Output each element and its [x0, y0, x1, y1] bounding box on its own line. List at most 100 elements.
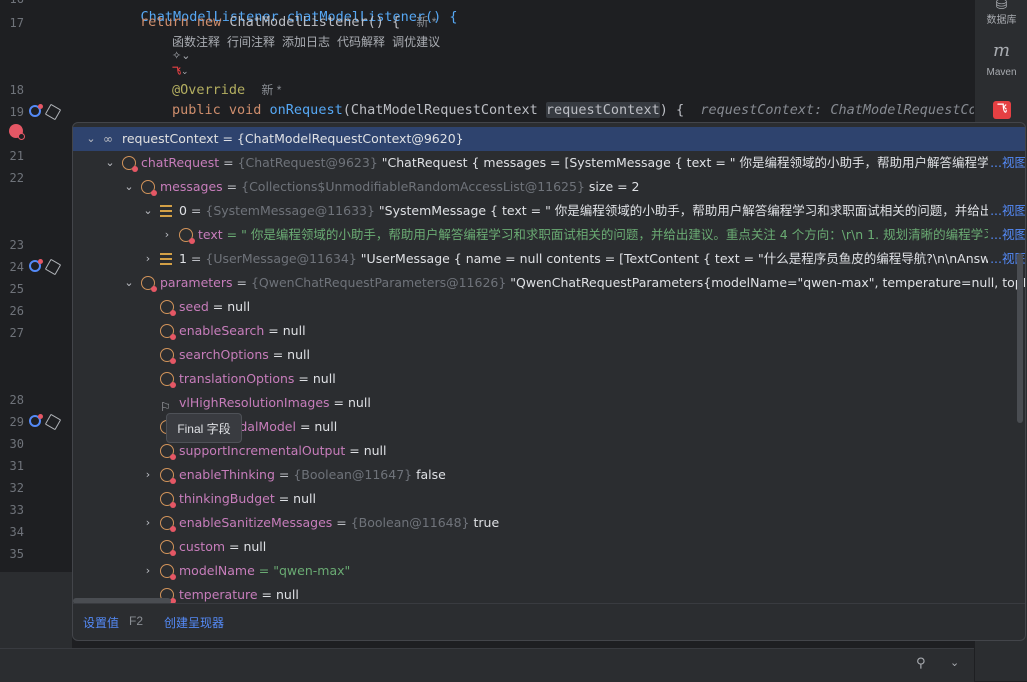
tree-row[interactable]: ⌄ 0 = {SystemMessage@11633} "SystemMessag… — [73, 199, 1025, 223]
tree-row[interactable]: › text = " 你是编程领域的小助手，帮助用户解答编程学习和求职面试相关的问… — [73, 223, 1025, 247]
chevron-right-icon[interactable]: › — [142, 511, 154, 535]
variable-value: "SystemMessage { text = " 你是编程领域的小助手，帮助用… — [378, 203, 1025, 218]
variable-name: supportIncrementalOutput — [179, 443, 346, 458]
chevron-down-icon[interactable]: ⌄ — [104, 151, 116, 175]
tree-row[interactable]: ⌄ messages = {Collections$UnmodifiableRan… — [73, 175, 1025, 199]
chevron-right-icon[interactable]: › — [161, 223, 173, 247]
object-ref: {SystemMessage@11633} — [205, 203, 375, 218]
layout-icon[interactable]: ⚲ — [916, 656, 926, 671]
code-annotation: @Override — [172, 82, 246, 98]
bean-icon[interactable] — [44, 258, 62, 276]
tree-row[interactable]: ⚐ vlHighResolutionImages = null — [73, 391, 1025, 415]
chevron-down-icon[interactable]: ⌄ — [950, 656, 959, 669]
tree-row[interactable]: › enableSanitizeMessages = {Boolean@11648… — [73, 511, 1025, 535]
author-hint[interactable]: 新 * — [416, 15, 436, 29]
implementation-icon[interactable] — [29, 104, 43, 117]
chevron-right-icon[interactable]: › — [142, 559, 154, 583]
vertical-scrollbar[interactable] — [1017, 253, 1023, 423]
implementation-icon[interactable] — [29, 414, 43, 427]
line-number[interactable]: 35 — [0, 547, 24, 561]
field-icon — [160, 468, 176, 484]
tree-row[interactable]: enableSearch = null — [73, 319, 1025, 343]
create-renderer-link[interactable]: 创建呈现器 — [164, 614, 224, 631]
tree-row-text: text = " 你是编程领域的小助手，帮助用户解答编程学习和求职面试相关的问题… — [198, 223, 1021, 247]
tree-row-text: modelName = "qwen-max" — [179, 559, 350, 583]
variable-name: messages — [160, 179, 223, 194]
tree-row[interactable]: ⌄ ∞ requestContext = {ChatModelRequestCont… — [73, 127, 1025, 151]
line-number[interactable]: 32 — [0, 481, 24, 495]
chevron-down-icon[interactable]: ⌄ — [123, 271, 135, 295]
maven-icon[interactable]: m — [975, 40, 1027, 61]
chevron-down-icon[interactable]: ⌄ — [123, 175, 135, 199]
chevron-right-icon[interactable]: › — [142, 463, 154, 487]
variable-name: enableSanitizeMessages — [179, 515, 333, 530]
line-number[interactable]: 33 — [0, 503, 24, 517]
ai-function-comment[interactable]: 函数注释 — [172, 35, 220, 49]
line-number[interactable]: 34 — [0, 525, 24, 539]
debug-evaluate-popup[interactable]: ⌄ ∞ requestContext = {ChatModelRequestCont… — [72, 122, 1026, 641]
field-icon — [160, 516, 176, 532]
tree-row[interactable]: thinkingBudget = null — [73, 487, 1025, 511]
variable-value: = "qwen-max" — [254, 563, 351, 578]
variable-value: false — [412, 467, 446, 482]
line-number[interactable]: 30 — [0, 437, 24, 451]
line-number[interactable]: 25 — [0, 282, 24, 296]
chevron-down-icon[interactable]: ⌄ — [85, 127, 97, 151]
variable-name: enableSearch — [179, 323, 265, 338]
bean-icon[interactable] — [44, 103, 62, 121]
feishu-inline-icon[interactable]: 飞⌄ — [172, 64, 189, 77]
view-link[interactable]: ...视图 — [988, 199, 1025, 223]
variable-name: enableThinking — [179, 467, 275, 482]
feishu-icon[interactable]: 飞 — [993, 101, 1011, 119]
author-hint[interactable]: 新 * — [261, 83, 281, 97]
view-link[interactable]: ...视图 — [988, 151, 1025, 175]
line-number[interactable]: 22 — [0, 171, 24, 185]
set-value-link[interactable]: 设置值 — [83, 614, 119, 631]
field-icon — [179, 228, 195, 244]
line-number[interactable]: 29 — [0, 415, 24, 429]
tree-row[interactable]: translationOptions = null — [73, 367, 1025, 391]
chevron-right-icon[interactable]: › — [142, 247, 154, 271]
line-number[interactable]: 18 — [0, 83, 24, 97]
line-number[interactable]: 19 — [0, 105, 24, 119]
ai-add-log[interactable]: 添加日志 — [282, 35, 330, 49]
ai-explain-code[interactable]: 代码解释 — [337, 35, 385, 49]
line-number[interactable]: 17 — [0, 16, 24, 30]
ai-line-comment[interactable]: 行间注释 — [227, 35, 275, 49]
tree-row[interactable]: › enableThinking = {Boolean@11647} false — [73, 463, 1025, 487]
ai-assist-icon[interactable]: ✧⌄ — [172, 49, 190, 62]
line-number[interactable]: 21 — [0, 149, 24, 163]
variable-value: "UserMessage { name = null contents = [T… — [360, 251, 1025, 266]
line-number[interactable]: 28 — [0, 393, 24, 407]
bean-icon[interactable] — [44, 413, 62, 431]
tree-row[interactable]: ⌄ parameters = {QwenChatRequestParameters… — [73, 271, 1025, 295]
code-param-name[interactable]: requestContext — [545, 102, 660, 118]
tree-row[interactable]: seed = null — [73, 295, 1025, 319]
breakpoint-icon[interactable] — [9, 124, 25, 140]
tree-row[interactable]: searchOptions = null — [73, 343, 1025, 367]
code-line-18: @Override 新 * — [172, 81, 281, 98]
tree-row[interactable]: custom = null — [73, 535, 1025, 559]
chevron-down-icon[interactable]: ⌄ — [142, 199, 154, 223]
line-number[interactable]: 16 — [0, 0, 24, 6]
field-icon — [122, 156, 138, 172]
line-number[interactable]: 27 — [0, 326, 24, 340]
field-icon — [160, 348, 176, 364]
line-number[interactable]: 23 — [0, 238, 24, 252]
database-tool-label[interactable]: 数据库 — [975, 11, 1027, 26]
line-number[interactable]: 31 — [0, 459, 24, 473]
tree-row[interactable]: › modelName = "qwen-max" — [73, 559, 1025, 583]
implementation-icon[interactable] — [29, 259, 43, 272]
line-number[interactable]: 26 — [0, 304, 24, 318]
field-icon — [160, 372, 176, 388]
line-number[interactable]: 24 — [0, 260, 24, 274]
tree-row-text: chatRequest = {ChatRequest@9623} "ChatRe… — [141, 151, 1025, 175]
tree-row[interactable]: › 1 = {UserMessage@11634} "UserMessage { … — [73, 247, 1025, 271]
maven-tool-label[interactable]: Maven — [975, 67, 1027, 78]
view-link[interactable]: ...视图 — [988, 223, 1025, 247]
variable-value: = null — [225, 539, 267, 554]
ai-optimize[interactable]: 调优建议 — [392, 35, 440, 49]
variable-value: = null — [274, 491, 316, 506]
tree-row[interactable]: ⌄ chatRequest = {ChatRequest@9623} "ChatR… — [73, 151, 1025, 175]
variable-name: chatRequest — [141, 155, 220, 170]
